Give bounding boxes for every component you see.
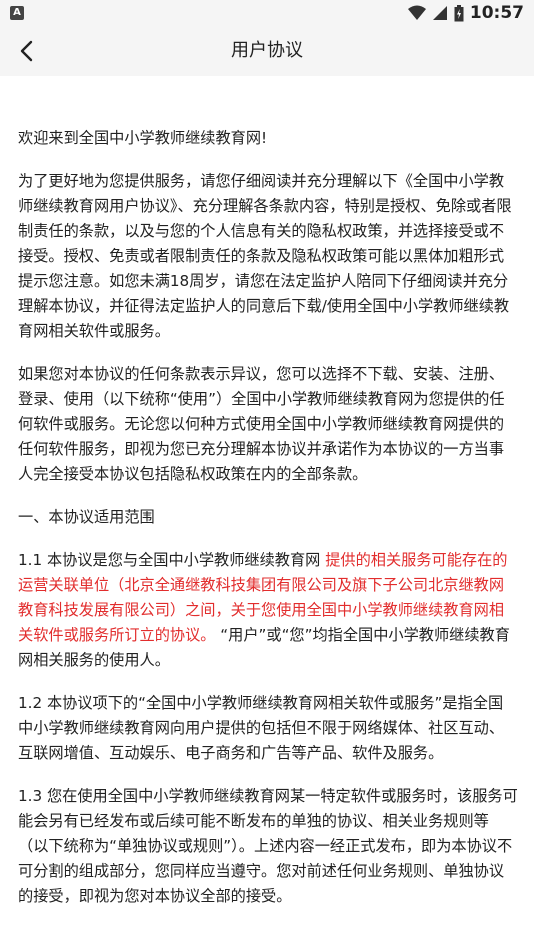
back-button[interactable] [6, 31, 46, 71]
clause-1-1: 1.1 本协议是您与全国中小学教师继续教育网 提供的相关服务可能存在的运营关联单… [18, 548, 518, 673]
clause-1-2: 1.2 本协议项下的“全国中小学教师继续教育网相关软件或服务”是指全国中小学教师… [18, 694, 504, 762]
page-title: 用户协议 [231, 40, 303, 61]
intro-paragraph: 为了更好地为您提供服务，请您仔细阅读并充分理解以下《全国中小学教师继续教育网用户… [18, 172, 512, 340]
status-bar: A 10:57 [0, 0, 534, 26]
app-bar: 用户协议 [0, 26, 534, 76]
clause-1-3: 1.3 您在使用全国中小学教师继续教育网某一特定软件或服务时，该服务可能会另有已… [18, 787, 518, 905]
welcome-text: 欢迎来到全国中小学教师继续教育网! [18, 129, 268, 147]
clause-1-1-text-a: 1.1 本协议是您与全国中小学教师继续教育网 [18, 551, 321, 569]
objection-paragraph: 如果您对本协议的任何条款表示异议，您可以选择不下载、安装、注册、登录、使用（以下… [18, 365, 505, 483]
agreement-content: 欢迎来到全国中小学教师继续教育网! 为了更好地为您提供服务，请您仔细阅读并充分理… [18, 126, 518, 927]
status-icons: 10:57 [407, 3, 524, 23]
battery-icon [454, 4, 464, 21]
wifi-icon [407, 5, 426, 20]
chevron-left-icon [20, 40, 33, 62]
signal-icon [432, 6, 447, 20]
status-time: 10:57 [469, 3, 524, 23]
section-heading: 一、本协议适用范围 [18, 508, 155, 526]
notification-a-icon: A [10, 6, 24, 20]
